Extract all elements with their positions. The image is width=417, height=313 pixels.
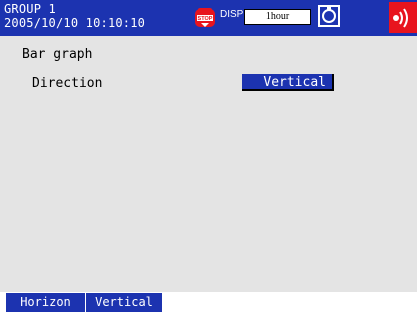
group-name: GROUP 1 <box>4 2 56 16</box>
datetime-readout: 2005/10/10 10:10:10 <box>4 16 146 30</box>
display-screen: GROUP 1 2005/10/10 10:10:10 STOP DISP 1h… <box>0 0 417 313</box>
stop-icon: STOP <box>195 8 215 27</box>
media-icon <box>318 5 340 27</box>
menu-title: Bar graph <box>22 47 93 62</box>
alarm-icon <box>389 2 417 33</box>
direction-value-field[interactable]: Vertical <box>242 74 334 91</box>
direction-label: Direction <box>32 76 103 91</box>
disp-label: DISP <box>220 9 244 20</box>
status-header: GROUP 1 2005/10/10 10:10:10 STOP DISP 1h… <box>0 0 417 36</box>
display-interval: 1hour <box>244 9 311 25</box>
stop-icon-text: STOP <box>198 16 213 22</box>
softkey-bar: Horizon Vertical <box>0 292 417 313</box>
softkey-vertical[interactable]: Vertical <box>86 293 162 312</box>
softkey-horizon[interactable]: Horizon <box>6 293 85 312</box>
